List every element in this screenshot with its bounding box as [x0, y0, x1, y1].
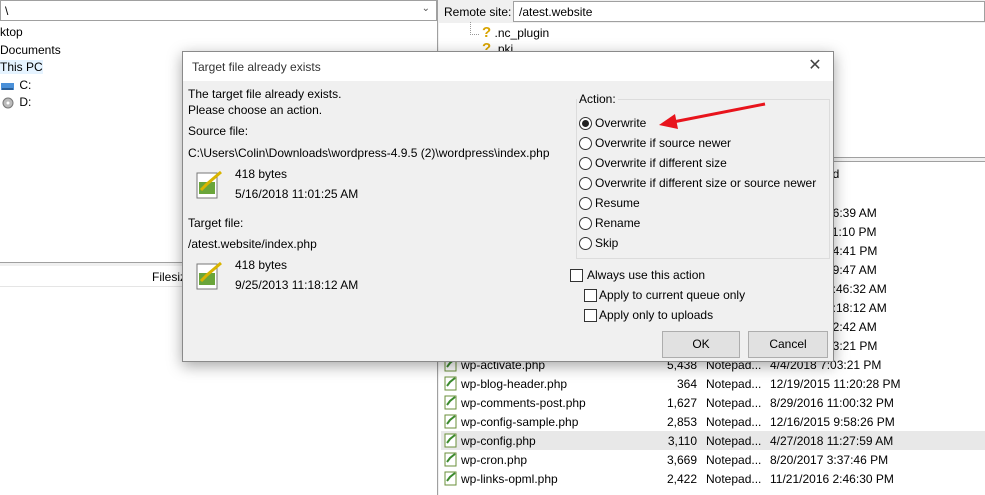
checkbox-label: Apply only to uploads: [599, 308, 714, 322]
radio-indicator[interactable]: [579, 217, 592, 230]
chevron-down-icon[interactable]: ⌄: [422, 3, 430, 14]
file-name: wp-blog-header.php: [461, 377, 568, 391]
file-date: 11/21/2016 2:46:30 PM: [770, 472, 894, 486]
target-file-size: 418 bytes: [235, 258, 288, 272]
dialog-title-bar: Target file already exists ✕: [183, 52, 833, 81]
file-date: 12/16/2015 9:58:26 PM: [770, 415, 895, 429]
tree-item-label: C:: [19, 78, 32, 92]
radio-indicator[interactable]: [579, 197, 592, 210]
file-size: 2,853: [666, 415, 697, 429]
radio-label: Overwrite if different size: [595, 156, 727, 170]
remote-path-input[interactable]: /atest.website: [513, 1, 985, 22]
file-size: 364: [676, 377, 697, 391]
file-size: 3,669: [666, 453, 697, 467]
close-icon[interactable]: ✕: [805, 56, 825, 76]
source-file-size: 418 bytes: [235, 167, 288, 181]
file-type: Notepad...: [706, 396, 762, 410]
column-filesize[interactable]: Filesiz: [152, 270, 186, 284]
file-size: 2,422: [666, 472, 697, 486]
remote-path-text: /atest.website: [519, 5, 593, 19]
file-date: 8/20/2017 3:37:46 PM: [770, 453, 889, 467]
remote-site-label: Remote site:: [444, 5, 512, 19]
file-name: wp-comments-post.php: [461, 396, 586, 410]
radio-indicator[interactable]: [579, 137, 592, 150]
file-name: wp-cron.php: [461, 453, 528, 467]
file-name: wp-config.php: [461, 434, 536, 448]
file-size: 1,627: [666, 396, 697, 410]
php-file-icon: [444, 471, 457, 486]
unknown-folder-icon: ?: [482, 24, 492, 41]
checkbox-label: Always use this action: [587, 268, 706, 282]
tree-item-c-drive[interactable]: C:: [0, 78, 31, 92]
tree-item-documents[interactable]: Documents: [0, 43, 61, 57]
radio-indicator[interactable]: [579, 117, 592, 130]
file-date: 8/29/2016 11:00:32 PM: [770, 396, 894, 410]
file-type: Notepad...: [706, 415, 762, 429]
radio-label: Resume: [595, 196, 640, 210]
radio-indicator[interactable]: [579, 237, 592, 250]
cancel-button[interactable]: Cancel: [748, 331, 828, 358]
file-date: 12/19/2015 11:20:28 PM: [770, 377, 901, 391]
tree-item-d-drive[interactable]: D:: [0, 95, 31, 109]
checkbox-label: Apply to current queue only: [599, 288, 746, 302]
checkbox-indicator[interactable]: [570, 269, 583, 282]
target-file-label: Target file:: [188, 216, 244, 230]
file-size: 3,110: [667, 434, 697, 448]
php-file-icon: [444, 433, 457, 448]
target-file-date: 9/25/2013 11:18:12 AM: [235, 278, 359, 292]
file-name: wp-links-opml.php: [461, 472, 558, 486]
table-row[interactable]: wp-links-opml.php 2,422 Notepad... 11/21…: [441, 469, 985, 488]
ok-button[interactable]: OK: [662, 331, 740, 358]
drive-icon: [1, 82, 14, 90]
file-name: wp-config-sample.php: [461, 415, 579, 429]
time-fragment: 1:18:12 AM: [826, 301, 887, 315]
file-date: 4/27/2018 11:27:59 AM: [770, 434, 894, 448]
tree-item-this-pc[interactable]: This PC: [0, 60, 43, 74]
file-type: Notepad...: [706, 377, 762, 391]
table-row[interactable]: wp-config.php 3,110 Notepad... 4/27/2018…: [441, 431, 985, 450]
tree-item-label: .nc_plugin: [494, 26, 550, 40]
message-line-2: Please choose an action.: [188, 103, 323, 117]
file-type: Notepad...: [706, 453, 762, 467]
target-file-path: /atest.website/index.php: [188, 237, 317, 251]
php-file-icon: [444, 452, 457, 467]
source-file-path: C:\Users\Colin\Downloads\wordpress-4.9.5…: [188, 146, 550, 160]
checkbox-indicator[interactable]: [584, 309, 597, 322]
local-path-text: \: [5, 4, 9, 18]
radio-label: Skip: [595, 236, 619, 250]
file-exists-dialog: Target file already exists ✕ The target …: [182, 51, 834, 362]
table-row[interactable]: wp-cron.php 3,669 Notepad... 8/20/2017 3…: [441, 450, 985, 469]
file-type: Notepad...: [706, 434, 762, 448]
radio-label: Overwrite if different size or source ne…: [595, 176, 817, 190]
tree-item-desktop[interactable]: ktop: [0, 25, 23, 39]
local-path-combobox[interactable]: \ ⌄: [0, 0, 437, 21]
radio-label: Rename: [595, 216, 641, 230]
action-label: Action:: [577, 92, 618, 106]
tree-item-nc-plugin[interactable]: ? .nc_plugin: [482, 24, 549, 41]
php-file-icon: [444, 376, 457, 391]
radio-label: Overwrite: [595, 116, 647, 130]
radio-indicator[interactable]: [579, 177, 592, 190]
time-fragment: 1:46:32 AM: [826, 282, 887, 296]
php-file-icon: [196, 261, 222, 290]
radio-indicator[interactable]: [579, 157, 592, 170]
disc-drive-icon: [2, 97, 14, 109]
tree-item-label: D:: [19, 95, 32, 109]
message-line-1: The target file already exists.: [188, 87, 342, 101]
tree-connector: [470, 22, 479, 35]
table-row[interactable]: wp-config-sample.php 2,853 Notepad... 12…: [441, 412, 985, 431]
checkbox-indicator[interactable]: [584, 289, 597, 302]
php-file-icon: [196, 170, 222, 199]
source-file-date: 5/16/2018 11:01:25 AM: [235, 187, 359, 201]
php-file-icon: [444, 395, 457, 410]
file-type: Notepad...: [706, 472, 762, 486]
dialog-title: Target file already exists: [192, 60, 321, 74]
radio-label: Overwrite if source newer: [595, 136, 732, 150]
table-row[interactable]: wp-blog-header.php 364 Notepad... 12/19/…: [441, 374, 985, 393]
table-row[interactable]: wp-comments-post.php 1,627 Notepad... 8/…: [441, 393, 985, 412]
php-file-icon: [444, 414, 457, 429]
source-file-label: Source file:: [188, 124, 249, 138]
annotation-arrow-icon: [659, 102, 766, 129]
